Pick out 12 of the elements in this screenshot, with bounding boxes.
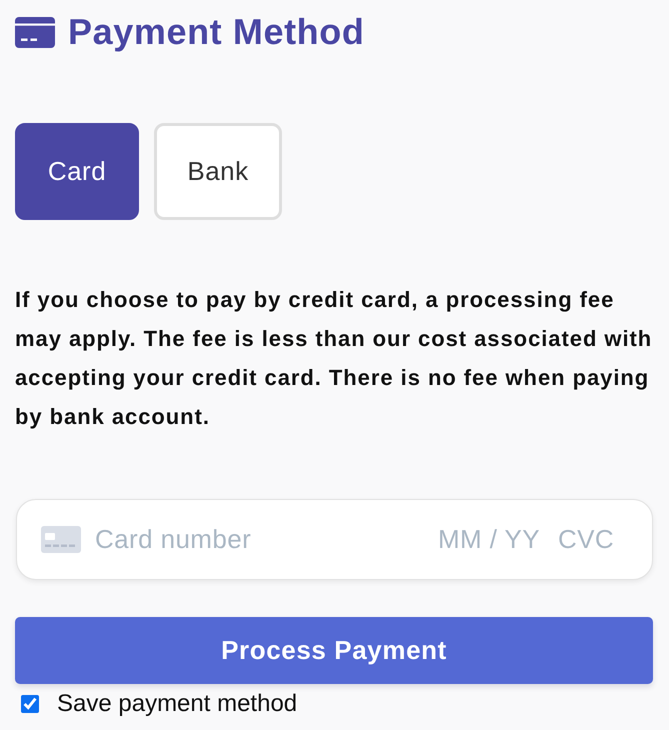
payment-tab[interactable]: Bank (154, 123, 282, 220)
fee-notice: If you choose to pay by credit card, a processing fee may apply. The fee is less than our cost associated with accepting your credit card. There is no fee when paying by bank account. (15, 286, 654, 431)
save-label: Save payment method (57, 690, 298, 718)
payment-tab[interactable]: Card (15, 123, 139, 220)
page-title: Payment Method (68, 11, 364, 53)
credit-card-icon (15, 16, 55, 48)
card-number-field[interactable]: Card number (95, 522, 395, 556)
cvc-field[interactable]: CVC (558, 522, 622, 556)
save-checkbox[interactable] (21, 695, 39, 713)
credit-card-icon (41, 526, 81, 553)
process-payment-button[interactable]: Process Payment (15, 617, 653, 684)
expiry-field[interactable]: MM / YY (438, 522, 544, 556)
